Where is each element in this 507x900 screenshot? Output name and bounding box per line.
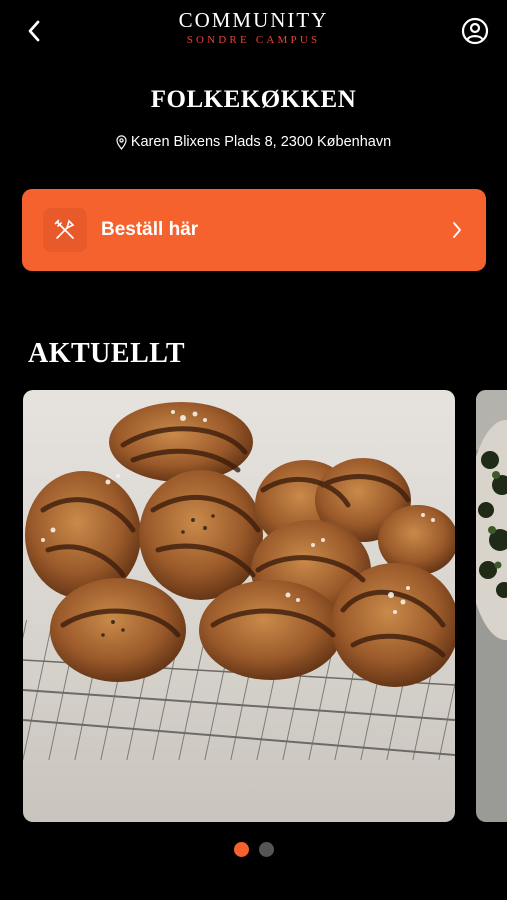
- venue-address[interactable]: Karen Blixens Plads 8, 2300 København: [0, 134, 507, 150]
- carousel-pagination: [0, 842, 507, 857]
- news-card[interactable]: [476, 390, 507, 822]
- fork-knife-icon: [54, 219, 75, 239]
- herb-dish-photo: [476, 390, 507, 822]
- pagination-dot-active[interactable]: [233, 842, 249, 857]
- section-title-aktuellt: AKTUELLT: [28, 338, 186, 369]
- brand-title: COMMUNITY: [178, 8, 329, 32]
- map-pin-icon: [116, 134, 127, 150]
- top-bar: COMMUNITY SONDRE CAMPUS: [0, 0, 507, 62]
- chevron-right-icon: [448, 218, 466, 242]
- profile-button[interactable]: [459, 14, 491, 48]
- user-circle-icon: [461, 17, 489, 45]
- venue-name: FOLKEKØKKEN: [150, 86, 357, 113]
- brand-subtitle: SONDRE CAMPUS: [186, 34, 321, 46]
- brand-logo[interactable]: COMMUNITY SONDRE CAMPUS: [0, 8, 507, 47]
- address-text: Karen Blixens Plads 8, 2300 København: [130, 134, 392, 150]
- order-label: Beställ här: [101, 219, 199, 240]
- order-button[interactable]: Beställ här: [22, 189, 486, 271]
- news-card[interactable]: [23, 390, 455, 822]
- news-carousel[interactable]: [0, 390, 507, 822]
- order-icon-box: [43, 208, 87, 252]
- cinnamon-buns-photo: [23, 390, 455, 822]
- pagination-dot[interactable]: [258, 842, 274, 857]
